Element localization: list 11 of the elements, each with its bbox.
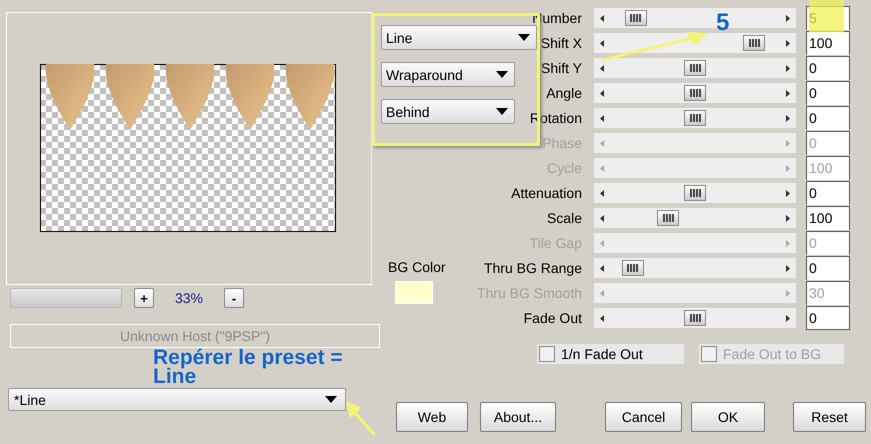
annotation-note: Repérer le preset = Line [153, 348, 344, 386]
slider-label: Fade Out [524, 310, 582, 326]
slider-label: Scale [546, 210, 582, 226]
bg-color-label: BG Color [388, 259, 446, 275]
slider-label: Thru BG Range [484, 260, 582, 276]
host-field: Unknown Host ("9PSP") [10, 324, 380, 348]
zoom-level: 33% [174, 290, 204, 306]
slider-label: Shift Y [541, 60, 582, 76]
slider-label: Attenuation [511, 185, 582, 201]
slider-label: Shift X [540, 35, 582, 51]
slider-label: Angle [546, 85, 582, 101]
